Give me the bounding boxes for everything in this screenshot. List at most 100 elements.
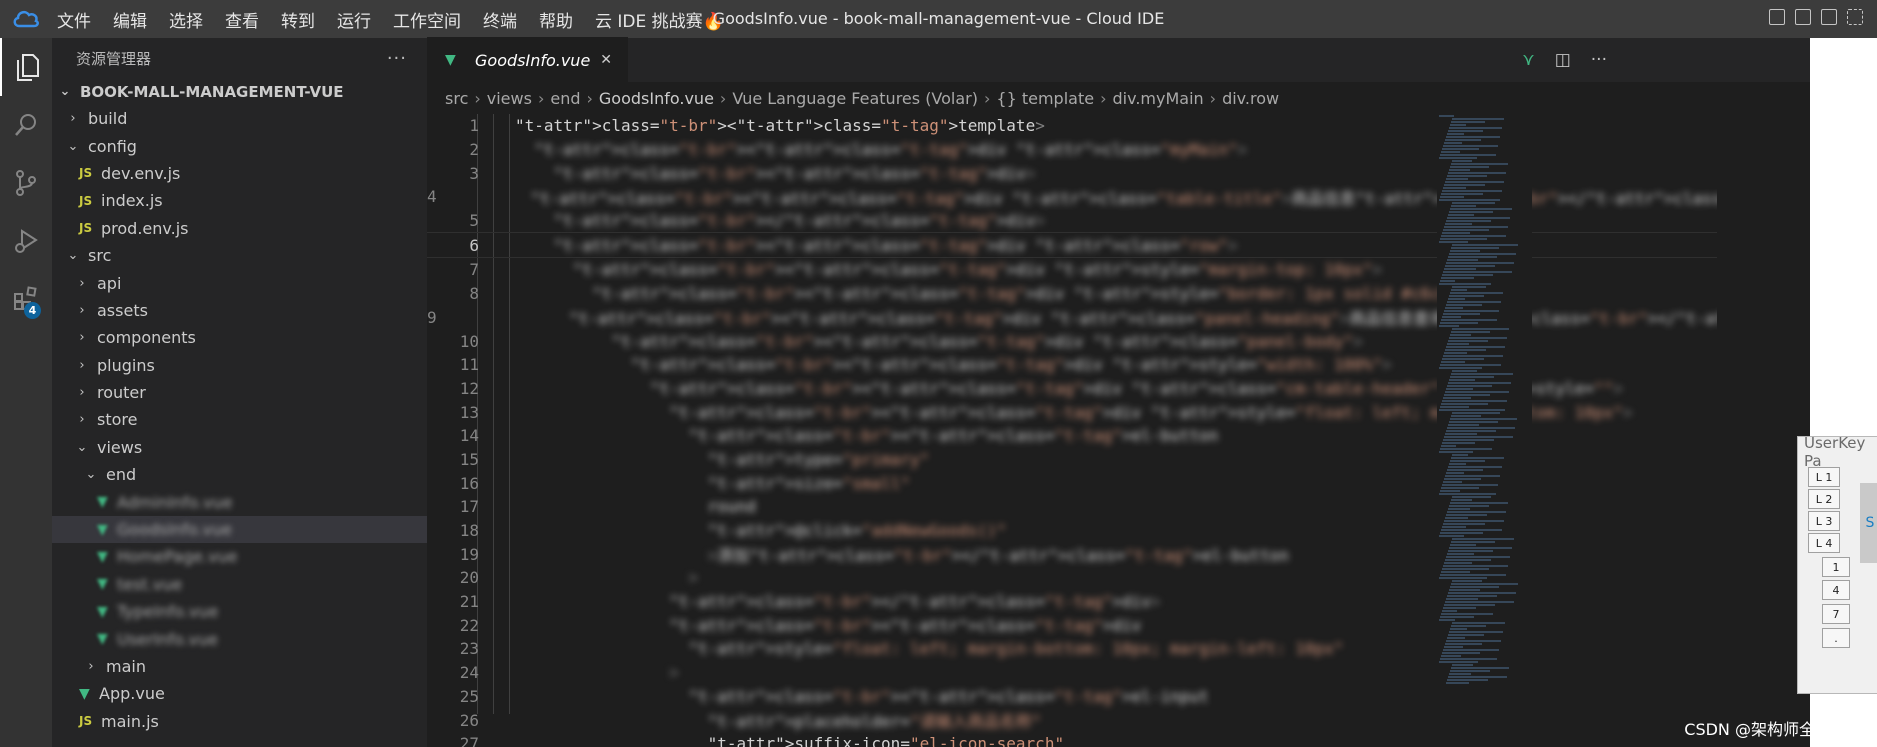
file-item[interactable]: ▼ UserInfo.vue (52, 625, 427, 652)
minimap-line (1444, 352, 1467, 354)
folder-item[interactable]: ⌄ config (52, 132, 427, 159)
breadcrumb-item[interactable]: div.row (1222, 89, 1279, 108)
toggle-sidebar-icon[interactable] (1769, 9, 1785, 25)
minimap-line (1447, 343, 1469, 345)
minimap-line (1446, 514, 1487, 516)
file-item[interactable]: ▼ GoodsInfo.vue (52, 515, 427, 544)
tree-item-label: App.vue (99, 684, 165, 704)
line-number: 24 (459, 663, 479, 683)
search-activity[interactable] (0, 96, 52, 154)
menu-item[interactable]: 运行 (326, 7, 382, 32)
minimap-line (1443, 355, 1503, 357)
split-editor-icon[interactable]: ◫ (1555, 50, 1571, 70)
folder-item[interactable]: › store (52, 406, 427, 433)
customize-layout-icon[interactable] (1847, 9, 1863, 25)
run-debug-activity[interactable] (0, 212, 52, 270)
menu-item[interactable]: 选择 (158, 7, 214, 32)
code-text: "t-attr">class="t-br"></"t-attr">class="… (669, 592, 1161, 612)
userkey-button-dot[interactable]: . (1822, 628, 1850, 648)
explorer-more-actions-button[interactable]: ··· (387, 48, 407, 69)
folder-item[interactable]: › router (52, 379, 427, 406)
minimap-line (1444, 520, 1504, 522)
userkey-button-l1[interactable]: L 1 (1808, 467, 1840, 487)
chevron-down-icon: ⌄ (85, 467, 97, 483)
minimap-line (1450, 460, 1485, 462)
folder-item[interactable]: › api (52, 269, 427, 296)
breadcrumb-item[interactable]: div.myMain (1112, 89, 1203, 108)
explorer-activity[interactable] (0, 38, 54, 96)
toggle-panel-icon[interactable] (1795, 9, 1811, 25)
folder-item[interactable]: › build (52, 105, 427, 132)
menu-item[interactable]: 工作空间 (382, 7, 472, 32)
folder-item[interactable]: ⌄ views (52, 434, 427, 461)
menu-item[interactable]: 编辑 (102, 7, 158, 32)
userkey-button-4[interactable]: 4 (1822, 580, 1850, 600)
minimap-line (1447, 133, 1464, 135)
minimap-line (1450, 628, 1467, 630)
file-item[interactable]: ▼ HomePage.vue (52, 543, 427, 570)
line-number: 19 (459, 544, 479, 564)
userkey-button-l3[interactable]: L 3 (1808, 511, 1840, 531)
userkey-display: S (1860, 483, 1877, 563)
breadcrumb-item[interactable]: views (487, 89, 532, 108)
more-actions-icon[interactable]: ··· (1591, 50, 1607, 70)
menu-item[interactable]: 转到 (270, 7, 326, 32)
minimap-line (1448, 340, 1488, 342)
minimap-line (1452, 118, 1504, 120)
file-item[interactable]: ▼ TypeInfo.vue (52, 598, 427, 625)
breadcrumb-item[interactable]: GoodsInfo.vue (599, 89, 714, 108)
minimap-line (1446, 430, 1496, 432)
folder-item[interactable]: ⌄ end (52, 461, 427, 488)
source-control-activity[interactable] (0, 154, 52, 212)
tab-goodsinfo-vue[interactable]: ▼ GoodsInfo.vue ✕ (427, 37, 629, 82)
extensions-activity[interactable]: 4 (0, 270, 52, 328)
breadcrumb-item[interactable]: Vue Language Features (Volar) (732, 89, 978, 108)
folder-item[interactable]: › components (52, 324, 427, 351)
menu-item[interactable]: 查看 (214, 7, 270, 32)
minimap-line (1445, 433, 1477, 435)
breadcrumb-item[interactable]: {} template (996, 89, 1094, 108)
minimap-line (1452, 202, 1495, 204)
code-line[interactable]: 27 "t-attr">suffix-icon="el-icon-search" (427, 732, 1717, 747)
tab-close-button[interactable]: ✕ (600, 52, 612, 68)
menu-item[interactable]: 终端 (472, 7, 528, 32)
line-number: 1 (469, 116, 479, 136)
file-item[interactable]: JS dev.env.js (52, 160, 427, 187)
file-item[interactable]: JS main.js (52, 708, 427, 735)
tree-item-label: AdminInfo.vue (117, 492, 233, 512)
file-item[interactable]: ▼ App.vue (52, 680, 427, 707)
userkey-button-7[interactable]: 7 (1822, 604, 1850, 624)
minimap-line (1441, 361, 1465, 363)
minimap-line (1449, 379, 1475, 381)
tree-item-label: src (88, 246, 112, 266)
file-item[interactable]: ▼ AdminInfo.vue (52, 488, 427, 515)
folder-item[interactable]: › main (52, 653, 427, 680)
vue-split-icon[interactable]: ⋎ (1522, 50, 1534, 70)
minimap-line (1448, 466, 1502, 468)
minimap-line (1449, 421, 1498, 423)
userkey-button-l4[interactable]: L 4 (1808, 533, 1840, 553)
folder-item[interactable]: › assets (52, 297, 427, 324)
menu-item[interactable]: 文件 (46, 7, 102, 32)
menu-item[interactable]: 云 IDE 挑战赛🔥 (584, 7, 735, 32)
minimap-line (1452, 412, 1500, 414)
breadcrumb-item[interactable]: src (445, 89, 468, 108)
breadcrumb-separator-icon: › (1209, 88, 1217, 108)
folder-item[interactable]: › plugins (52, 352, 427, 379)
minimap-line (1446, 388, 1473, 390)
userkey-button-1[interactable]: 1 (1822, 557, 1850, 577)
layout-controls (1769, 9, 1863, 25)
menu-item[interactable]: 帮助 (528, 7, 584, 32)
folder-item[interactable]: ⌄ src (52, 242, 427, 269)
file-item[interactable]: ▼ test.vue (52, 571, 427, 598)
tab-label: GoodsInfo.vue (475, 50, 591, 70)
userkey-button-l2[interactable]: L 2 (1808, 489, 1840, 509)
file-item[interactable]: JS prod.env.js (52, 215, 427, 242)
workspace-root[interactable]: ⌄ BOOK-MALL-MANAGEMENT-VUE (52, 78, 427, 105)
minimap-line (1442, 190, 1502, 192)
breadcrumb-item[interactable]: end (550, 89, 580, 108)
file-item[interactable]: JS index.js (52, 187, 427, 214)
tree-item-label: config (88, 136, 137, 156)
minimap[interactable] (1437, 114, 1532, 714)
toggle-secondary-sidebar-icon[interactable] (1821, 9, 1837, 25)
